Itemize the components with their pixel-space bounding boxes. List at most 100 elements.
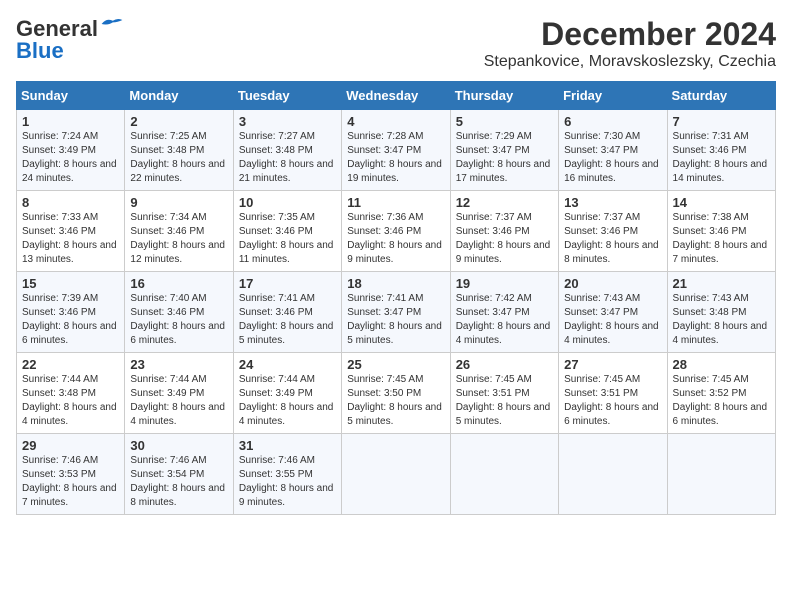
calendar-title: December 2024 xyxy=(484,16,776,53)
calendar-cell: 24Sunrise: 7:44 AMSunset: 3:49 PMDayligh… xyxy=(233,353,341,434)
day-info: Sunrise: 7:45 AMSunset: 3:52 PMDaylight:… xyxy=(673,373,770,429)
day-info: Sunrise: 7:45 AMSunset: 3:50 PMDaylight:… xyxy=(347,373,444,429)
calendar-cell: 20Sunrise: 7:43 AMSunset: 3:47 PMDayligh… xyxy=(559,272,667,353)
day-number: 7 xyxy=(673,114,770,129)
day-number: 29 xyxy=(22,438,119,453)
calendar-cell: 21Sunrise: 7:43 AMSunset: 3:48 PMDayligh… xyxy=(667,272,775,353)
calendar-cell: 9Sunrise: 7:34 AMSunset: 3:46 PMDaylight… xyxy=(125,191,233,272)
day-number: 28 xyxy=(673,357,770,372)
day-number: 8 xyxy=(22,195,119,210)
day-info: Sunrise: 7:45 AMSunset: 3:51 PMDaylight:… xyxy=(564,373,661,429)
calendar-cell: 3Sunrise: 7:27 AMSunset: 3:48 PMDaylight… xyxy=(233,110,341,191)
calendar-cell: 13Sunrise: 7:37 AMSunset: 3:46 PMDayligh… xyxy=(559,191,667,272)
logo-bird-icon xyxy=(100,15,124,33)
calendar-cell: 15Sunrise: 7:39 AMSunset: 3:46 PMDayligh… xyxy=(17,272,125,353)
page-header: General Blue December 2024 Stepankovice,… xyxy=(16,16,776,71)
col-header-friday: Friday xyxy=(559,82,667,110)
calendar-cell: 7Sunrise: 7:31 AMSunset: 3:46 PMDaylight… xyxy=(667,110,775,191)
col-header-sunday: Sunday xyxy=(17,82,125,110)
calendar-cell: 4Sunrise: 7:28 AMSunset: 3:47 PMDaylight… xyxy=(342,110,450,191)
col-header-saturday: Saturday xyxy=(667,82,775,110)
day-info: Sunrise: 7:37 AMSunset: 3:46 PMDaylight:… xyxy=(456,211,553,267)
day-info: Sunrise: 7:35 AMSunset: 3:46 PMDaylight:… xyxy=(239,211,336,267)
day-number: 6 xyxy=(564,114,661,129)
day-info: Sunrise: 7:24 AMSunset: 3:49 PMDaylight:… xyxy=(22,130,119,186)
day-info: Sunrise: 7:25 AMSunset: 3:48 PMDaylight:… xyxy=(130,130,227,186)
logo-blue: Blue xyxy=(16,38,64,64)
day-number: 26 xyxy=(456,357,553,372)
calendar-week-row: 29Sunrise: 7:46 AMSunset: 3:53 PMDayligh… xyxy=(17,434,776,515)
day-info: Sunrise: 7:39 AMSunset: 3:46 PMDaylight:… xyxy=(22,292,119,348)
calendar-cell: 23Sunrise: 7:44 AMSunset: 3:49 PMDayligh… xyxy=(125,353,233,434)
calendar-week-row: 22Sunrise: 7:44 AMSunset: 3:48 PMDayligh… xyxy=(17,353,776,434)
calendar-cell xyxy=(450,434,558,515)
day-info: Sunrise: 7:36 AMSunset: 3:46 PMDaylight:… xyxy=(347,211,444,267)
calendar-cell: 17Sunrise: 7:41 AMSunset: 3:46 PMDayligh… xyxy=(233,272,341,353)
day-info: Sunrise: 7:46 AMSunset: 3:55 PMDaylight:… xyxy=(239,454,336,510)
calendar-cell: 8Sunrise: 7:33 AMSunset: 3:46 PMDaylight… xyxy=(17,191,125,272)
calendar-cell xyxy=(559,434,667,515)
day-number: 24 xyxy=(239,357,336,372)
day-number: 22 xyxy=(22,357,119,372)
day-number: 27 xyxy=(564,357,661,372)
day-number: 21 xyxy=(673,276,770,291)
day-info: Sunrise: 7:27 AMSunset: 3:48 PMDaylight:… xyxy=(239,130,336,186)
calendar-cell: 19Sunrise: 7:42 AMSunset: 3:47 PMDayligh… xyxy=(450,272,558,353)
calendar-cell: 22Sunrise: 7:44 AMSunset: 3:48 PMDayligh… xyxy=(17,353,125,434)
calendar-cell: 16Sunrise: 7:40 AMSunset: 3:46 PMDayligh… xyxy=(125,272,233,353)
day-number: 16 xyxy=(130,276,227,291)
calendar-cell: 2Sunrise: 7:25 AMSunset: 3:48 PMDaylight… xyxy=(125,110,233,191)
calendar-cell: 26Sunrise: 7:45 AMSunset: 3:51 PMDayligh… xyxy=(450,353,558,434)
calendar-cell: 30Sunrise: 7:46 AMSunset: 3:54 PMDayligh… xyxy=(125,434,233,515)
day-number: 13 xyxy=(564,195,661,210)
calendar-week-row: 8Sunrise: 7:33 AMSunset: 3:46 PMDaylight… xyxy=(17,191,776,272)
calendar-cell: 11Sunrise: 7:36 AMSunset: 3:46 PMDayligh… xyxy=(342,191,450,272)
day-number: 25 xyxy=(347,357,444,372)
calendar-cell: 10Sunrise: 7:35 AMSunset: 3:46 PMDayligh… xyxy=(233,191,341,272)
calendar-header-row: SundayMondayTuesdayWednesdayThursdayFrid… xyxy=(17,82,776,110)
day-number: 23 xyxy=(130,357,227,372)
day-number: 20 xyxy=(564,276,661,291)
day-info: Sunrise: 7:30 AMSunset: 3:47 PMDaylight:… xyxy=(564,130,661,186)
day-number: 14 xyxy=(673,195,770,210)
day-info: Sunrise: 7:44 AMSunset: 3:49 PMDaylight:… xyxy=(239,373,336,429)
day-number: 12 xyxy=(456,195,553,210)
day-number: 30 xyxy=(130,438,227,453)
calendar-week-row: 1Sunrise: 7:24 AMSunset: 3:49 PMDaylight… xyxy=(17,110,776,191)
day-info: Sunrise: 7:34 AMSunset: 3:46 PMDaylight:… xyxy=(130,211,227,267)
calendar-cell xyxy=(667,434,775,515)
day-info: Sunrise: 7:28 AMSunset: 3:47 PMDaylight:… xyxy=(347,130,444,186)
day-number: 10 xyxy=(239,195,336,210)
col-header-thursday: Thursday xyxy=(450,82,558,110)
day-number: 19 xyxy=(456,276,553,291)
day-number: 1 xyxy=(22,114,119,129)
calendar-cell: 5Sunrise: 7:29 AMSunset: 3:47 PMDaylight… xyxy=(450,110,558,191)
day-info: Sunrise: 7:40 AMSunset: 3:46 PMDaylight:… xyxy=(130,292,227,348)
calendar-cell: 28Sunrise: 7:45 AMSunset: 3:52 PMDayligh… xyxy=(667,353,775,434)
day-info: Sunrise: 7:31 AMSunset: 3:46 PMDaylight:… xyxy=(673,130,770,186)
day-info: Sunrise: 7:46 AMSunset: 3:53 PMDaylight:… xyxy=(22,454,119,510)
col-header-monday: Monday xyxy=(125,82,233,110)
logo: General Blue xyxy=(16,16,124,64)
day-number: 15 xyxy=(22,276,119,291)
day-number: 4 xyxy=(347,114,444,129)
day-number: 9 xyxy=(130,195,227,210)
col-header-tuesday: Tuesday xyxy=(233,82,341,110)
day-number: 3 xyxy=(239,114,336,129)
day-info: Sunrise: 7:43 AMSunset: 3:48 PMDaylight:… xyxy=(673,292,770,348)
day-number: 18 xyxy=(347,276,444,291)
calendar-cell: 18Sunrise: 7:41 AMSunset: 3:47 PMDayligh… xyxy=(342,272,450,353)
day-info: Sunrise: 7:29 AMSunset: 3:47 PMDaylight:… xyxy=(456,130,553,186)
calendar-cell xyxy=(342,434,450,515)
day-info: Sunrise: 7:41 AMSunset: 3:47 PMDaylight:… xyxy=(347,292,444,348)
day-number: 17 xyxy=(239,276,336,291)
day-info: Sunrise: 7:38 AMSunset: 3:46 PMDaylight:… xyxy=(673,211,770,267)
calendar-cell: 25Sunrise: 7:45 AMSunset: 3:50 PMDayligh… xyxy=(342,353,450,434)
day-number: 2 xyxy=(130,114,227,129)
day-number: 5 xyxy=(456,114,553,129)
calendar-cell: 1Sunrise: 7:24 AMSunset: 3:49 PMDaylight… xyxy=(17,110,125,191)
calendar-subtitle: Stepankovice, Moravskoslezsky, Czechia xyxy=(484,53,776,71)
day-info: Sunrise: 7:45 AMSunset: 3:51 PMDaylight:… xyxy=(456,373,553,429)
day-number: 31 xyxy=(239,438,336,453)
day-info: Sunrise: 7:43 AMSunset: 3:47 PMDaylight:… xyxy=(564,292,661,348)
